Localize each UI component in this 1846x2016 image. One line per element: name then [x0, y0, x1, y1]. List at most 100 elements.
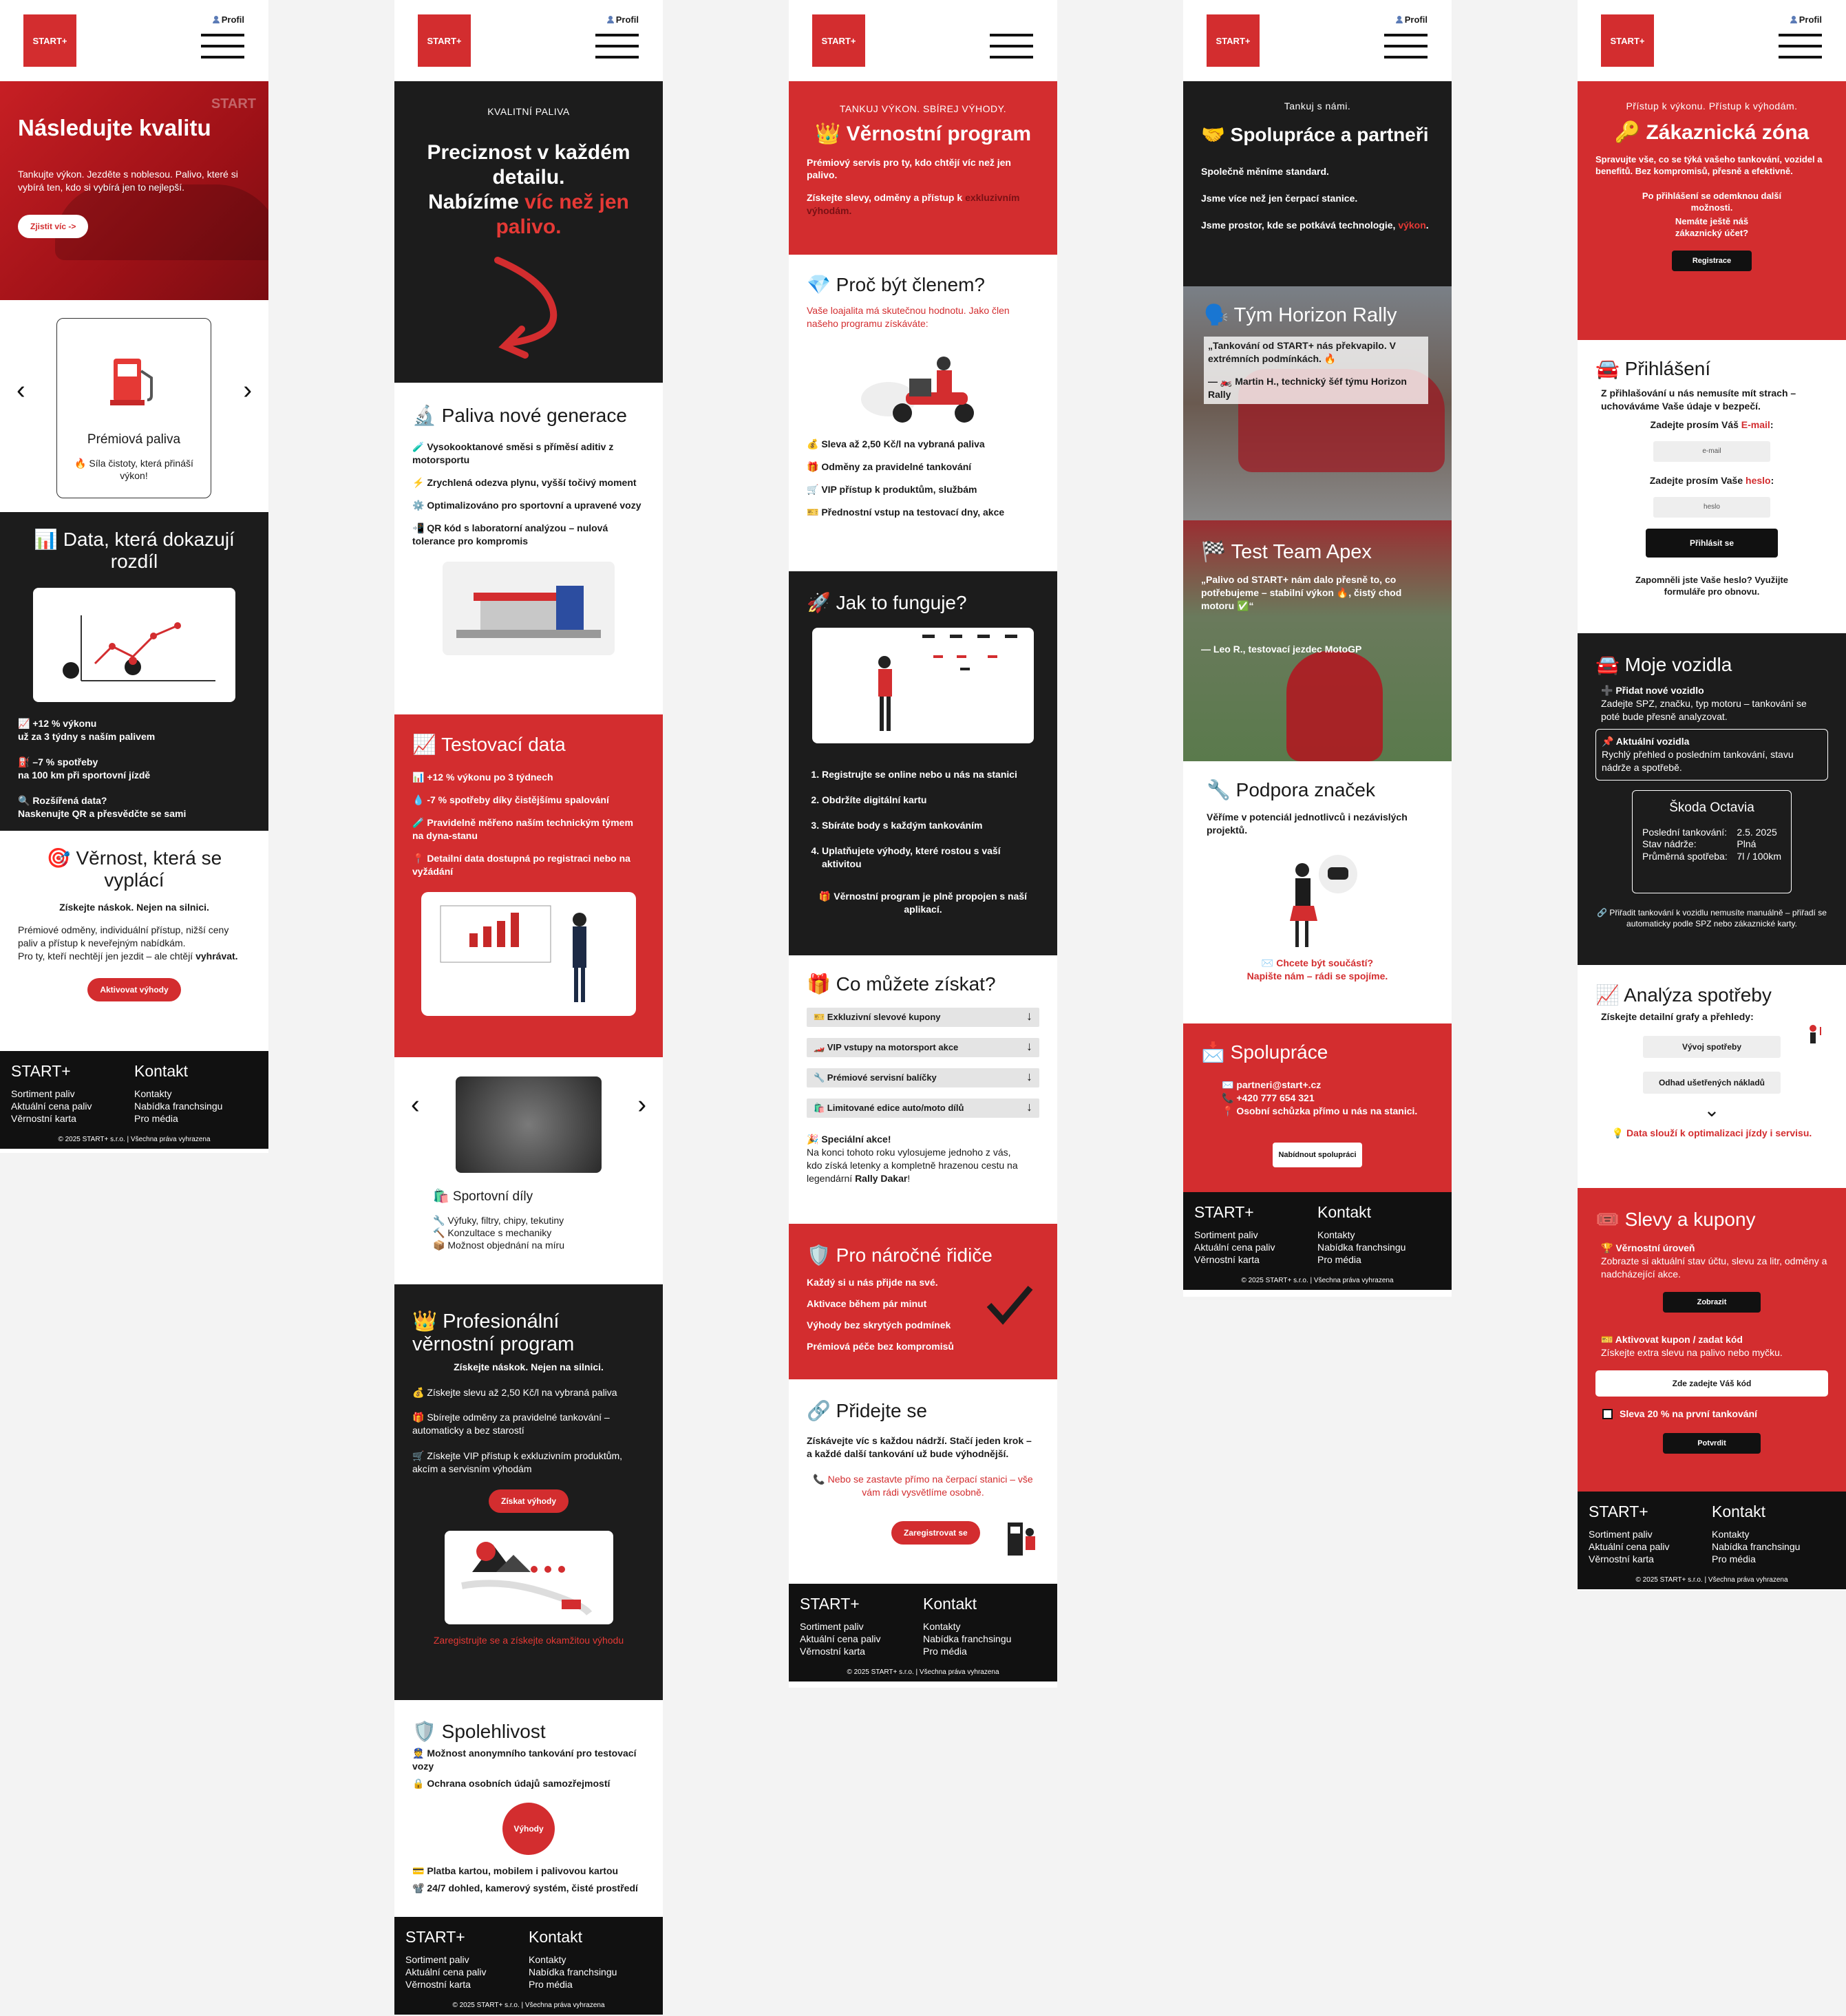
copyright: © 2025 START+ s.r.o. | Všechna práva vyh…: [1635, 1576, 1788, 1584]
analysis-title: 📈 Analýza spotřeby: [1595, 984, 1772, 1006]
hamburger-menu[interactable]: [1779, 34, 1822, 59]
test-data-title: 📈 Testovací data: [412, 734, 566, 755]
show-button[interactable]: Zobrazit: [1662, 1291, 1761, 1313]
profile-link[interactable]: Profil: [212, 14, 244, 25]
coop-meeting: 📍 Osobní schůzka přímo u nás na stanici.: [1222, 1105, 1418, 1116]
pro-sub: Získejte náskok. Nejen na silnici.: [454, 1361, 604, 1372]
chevron-down-icon[interactable]: ⌄: [1595, 1101, 1828, 1120]
support-section: 🔧 Podpora značek Věříme v potenciál jedn…: [1183, 761, 1452, 1023]
carousel-next-icon[interactable]: ›: [637, 1090, 646, 1120]
gen-item: ⚡ Zrychlená odezva plynu, vyšší točivý m…: [412, 476, 637, 488]
coop-email[interactable]: ✉️ partneri@start+.cz: [1201, 1079, 1434, 1092]
hamburger-menu[interactable]: [201, 34, 244, 59]
hero-text-2: Získejte slevy, odměny a přístup k exklu…: [807, 192, 1020, 217]
loyalty-level: 🏆 Věrnostní úroveň Zobrazte si aktuální s…: [1601, 1242, 1827, 1280]
registration-button[interactable]: Registrace: [1671, 250, 1752, 271]
team2-author: — Leo R., testovací jezdec MotoGP: [1201, 644, 1362, 655]
hamburger-menu[interactable]: [1384, 34, 1428, 59]
vehicles-note: 🔗 Přiřadit tankování k vozidlu nemusíte …: [1597, 907, 1827, 929]
login-button[interactable]: Přihlásit se: [1646, 528, 1778, 558]
fuel-pump-person-icon: [1008, 1522, 1035, 1556]
accordion-item[interactable]: 🔧 Prémiové servisní balíčky ↓: [807, 1068, 1039, 1088]
logo[interactable]: START+: [1207, 14, 1260, 67]
reliability-title: 🛡️ Spolehlivost: [412, 1721, 546, 1742]
coop-phone[interactable]: 📞 +420 777 654 321: [1201, 1092, 1434, 1105]
register-button[interactable]: Zaregistrovat se: [891, 1520, 980, 1545]
screen-home: START+ Profil START Následujte kvalitu T…: [0, 0, 268, 1153]
team1-quote-box: „Tankování od START+ nás překvapilo. V e…: [1204, 337, 1428, 404]
current-vehicles[interactable]: 📌 Aktuální vozidla Rychlý přehled o posle…: [1595, 728, 1828, 781]
footer-links-1[interactable]: Sortiment paliv Aktuální cena paliv Věrnos…: [1589, 1528, 1712, 1566]
accordion-item[interactable]: 🛍️ Limitované edice auto/moto dílů ↓: [807, 1099, 1039, 1118]
profile-link[interactable]: Profil: [1395, 14, 1428, 25]
footer-links-1[interactable]: Sortiment paliv Aktuální cena paliv Věrnos…: [800, 1620, 923, 1658]
checkbox[interactable]: [1602, 1408, 1613, 1419]
data-section: 📊 Data, která dokazují rozdíl 📈 +12 % vý…: [0, 512, 268, 831]
get-benefits-button[interactable]: Získat výhody: [488, 1489, 569, 1514]
password-input[interactable]: heslo: [1653, 496, 1770, 518]
logo[interactable]: START+: [812, 14, 865, 67]
footer-links-1[interactable]: Sortiment paliv Aktuální cena paliv Věrnos…: [11, 1087, 134, 1125]
presentation-illustration: [421, 891, 636, 1016]
rel-item: 📽️ 24/7 dohled, kamerový systém, čisté p…: [412, 1882, 638, 1893]
carousel-prev-icon[interactable]: ‹: [411, 1090, 420, 1120]
header: START+ Profil: [394, 0, 663, 81]
team-horizon-photo: 🗣️ Tým Horizon Rally „Tankování od START…: [1183, 286, 1452, 520]
arrow-down-icon: ↓: [1026, 1039, 1032, 1054]
footer: START+ Sortiment paliv Aktuální cena paliv…: [394, 1917, 663, 2015]
logo[interactable]: START+: [418, 14, 471, 67]
vehicle-card[interactable]: Škoda Octavia Poslední tankování: 2.5. 20…: [1632, 789, 1792, 893]
hamburger-menu[interactable]: [990, 34, 1033, 59]
hero-cta-button[interactable]: Zjistit víc ->: [18, 215, 89, 239]
reliability-section: 🛡️ Spolehlivost 👮 Možnost anonymního tan…: [394, 1700, 663, 1917]
footer-links-2[interactable]: Kontakty Nabídka franchsingu Pro média: [1317, 1229, 1441, 1266]
footer-links-2[interactable]: Kontakty Nabídka franchsingu Pro média: [529, 1953, 652, 1991]
footer-links-1[interactable]: Sortiment paliv Aktuální cena paliv Věrnos…: [405, 1953, 529, 1991]
coupons-section: 🎟️ Slevy a kupony 🏆 Věrnostní úroveň Zobr…: [1578, 1188, 1846, 1492]
new-gen-section: 🔬 Paliva nové generace 🧪 Vysokooktanové …: [394, 383, 663, 714]
new-gen-title: 🔬 Paliva nové generace: [412, 405, 627, 426]
carousel-next-icon[interactable]: ›: [243, 376, 252, 405]
footer-links-2[interactable]: Kontakty Nabídka franchsingu Pro média: [134, 1087, 257, 1125]
hamburger-menu[interactable]: [595, 34, 639, 59]
vehicles-section: 🚘 Moje vozidla ➕ Přidat nové vozidlo Zade…: [1578, 633, 1846, 965]
support-text: Věříme v potenciál jednotlivců i nezávis…: [1207, 811, 1408, 836]
fuel-pump-icon: [109, 359, 153, 405]
fuel-carousel: ‹ › Prémiová paliva 🔥 Síla čistoty, kter…: [0, 300, 268, 512]
profile-link[interactable]: Profil: [1790, 14, 1822, 25]
logo[interactable]: START+: [1601, 14, 1654, 67]
first-fuel-discount[interactable]: Sleva 20 % na první tankování: [1595, 1408, 1828, 1421]
how-note: 🎁 Věrnostní program je plně propojen s n…: [818, 890, 1028, 915]
pro-item: 🛒 Získejte VIP přístup k exkluzivním pro…: [412, 1450, 623, 1475]
parts-title: 🛍️ Sportovní díly: [433, 1189, 533, 1204]
footer-links-2[interactable]: Kontakty Nabídka franchsingu Pro média: [923, 1620, 1046, 1658]
carousel-prev-icon[interactable]: ‹: [17, 376, 25, 405]
why-title: 💎 Proč být členem?: [807, 274, 985, 295]
footer: START+ Sortiment paliv Aktuální cena paliv…: [1183, 1192, 1452, 1290]
logo[interactable]: START+: [23, 14, 76, 67]
coupon-code-input[interactable]: Zde zadejte Váš kód: [1595, 1370, 1828, 1397]
activate-benefits-button[interactable]: Aktivovat výhody: [87, 977, 181, 1001]
hero-kicker: TANKUJ VÝKON. SBÍREJ VÝHODY.: [839, 103, 1007, 114]
footer-links-1[interactable]: Sortiment paliv Aktuální cena paliv Věrnos…: [1194, 1229, 1317, 1266]
hero: Tankuj s námi. 🤝 Spolupráce a partneři S…: [1183, 81, 1452, 286]
profile-link[interactable]: Profil: [606, 14, 639, 25]
consumption-trend-button[interactable]: Vývoj spotřeby: [1643, 1036, 1781, 1059]
carousel-card[interactable]: Prémiová paliva 🔥 Síla čistoty, která př…: [56, 318, 211, 498]
add-vehicle[interactable]: ➕ Přidat nové vozidlo Zadejte SPZ, značku…: [1595, 684, 1828, 723]
confirm-button[interactable]: Potvrdit: [1663, 1432, 1761, 1454]
screen-customer-zone: START+ Profil Přístup k výkonu. Přístup …: [1578, 0, 1846, 1591]
forgot-password-link[interactable]: Zapomněli jste Vaše heslo? Využijte form…: [1595, 574, 1828, 598]
register-link[interactable]: Zaregistrujte se a získejte okamžitou vý…: [412, 1634, 645, 1647]
email-input[interactable]: e-mail: [1653, 441, 1770, 462]
footer-links-2[interactable]: Kontakty Nabídka franchsingu Pro média: [1712, 1528, 1835, 1566]
hero-title: Následujte kvalitu: [18, 115, 211, 140]
accordion-item[interactable]: 🏎️ VIP vstupy na motorsport akce ↓: [807, 1038, 1039, 1058]
savings-estimate-button[interactable]: Odhad ušetřených nákladů: [1643, 1072, 1781, 1094]
benefits-circle-button[interactable]: Výhody: [502, 1802, 555, 1855]
offer-cooperation-button[interactable]: Nabídnout spolupráci: [1273, 1142, 1362, 1167]
accordion-item[interactable]: 🎫 Exkluzivní slevové kupony ↓: [807, 1008, 1039, 1028]
loyalty-text: Prémiové odměny, individuální přístup, n…: [18, 924, 229, 949]
copyright: © 2025 START+ s.r.o. | Všechna práva vyh…: [847, 1668, 999, 1676]
gen-item: 🧪 Vysokooktanové směsi s příměsí aditiv …: [412, 441, 614, 466]
